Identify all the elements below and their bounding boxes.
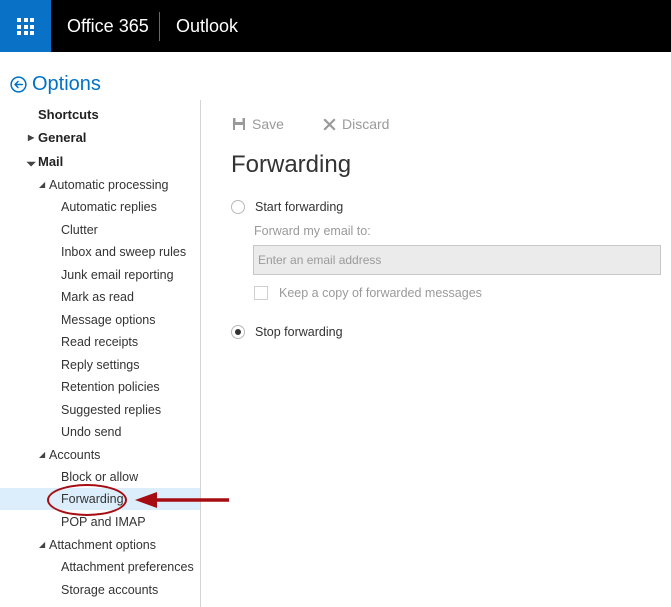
options-back-link[interactable]: Options [10,73,101,96]
discard-button[interactable]: Discard [323,116,389,132]
sidebar-item-shortcuts[interactable]: Shortcuts [0,104,200,126]
annotation-circle [47,484,127,516]
sidebar-item-junk-email-reporting[interactable]: Junk email reporting [0,264,200,286]
caret-down-icon: ◢ [39,540,46,549]
sidebar-item-storage-accounts[interactable]: Storage accounts [0,579,200,601]
brand-name[interactable]: Office 365 [67,16,149,37]
caret-down-icon: ◢ [39,450,46,459]
close-icon [323,117,336,131]
sidebar-item-suggested-replies[interactable]: Suggested replies [0,399,200,421]
discard-label: Discard [342,116,390,132]
forward-to-label: Forward my email to: [254,224,371,238]
sidebar-item-message-options[interactable]: Message options [0,309,200,331]
app-launcher-icon [17,18,34,35]
sidebar-item-automatic-processing[interactable]: ◢ Automatic processing [0,174,200,196]
start-forwarding-radio[interactable] [231,200,245,214]
sidebar-item-mark-as-read[interactable]: Mark as read [0,286,200,308]
options-sidebar: Shortcuts ▶ General ◢ Mail ◢ Automatic p… [0,100,201,607]
sidebar-item-mail[interactable]: ◢ Mail [0,151,200,173]
caret-down-icon: ◢ [39,180,46,189]
sidebar-item-retention-policies[interactable]: Retention policies [0,376,200,398]
sidebar-item-attachment-preferences[interactable]: Attachment preferences [0,556,200,578]
back-circle-icon [10,76,27,93]
sidebar-item-reply-settings[interactable]: Reply settings [0,354,200,376]
start-forwarding-label[interactable]: Start forwarding [255,200,343,214]
sidebar-item-clutter[interactable]: Clutter [0,219,200,241]
sidebar-item-accounts[interactable]: ◢ Accounts [0,444,200,466]
annotation-arrow-icon [135,492,229,508]
stop-forwarding-label[interactable]: Stop forwarding [255,325,343,339]
forward-email-input[interactable] [253,245,661,275]
sidebar-item-inbox-sweep-rules[interactable]: Inbox and sweep rules [0,241,200,263]
sidebar-item-undo-send[interactable]: Undo send [0,421,200,443]
app-launcher-button[interactable] [0,0,51,52]
app-name[interactable]: Outlook [176,16,238,37]
caret-right-icon: ▶ [28,133,35,142]
sidebar-item-automatic-replies[interactable]: Automatic replies [0,196,200,218]
stop-forwarding-radio[interactable] [231,325,245,339]
save-icon [233,118,245,130]
keep-copy-label: Keep a copy of forwarded messages [279,286,482,300]
save-label: Save [252,116,284,132]
divider [159,12,160,41]
save-button[interactable]: Save [232,116,284,132]
sidebar-item-read-receipts[interactable]: Read receipts [0,331,200,353]
page-title: Forwarding [231,151,352,178]
top-bar: Office 365 Outlook [0,0,671,52]
options-title: Options [32,73,101,95]
keep-copy-checkbox[interactable] [254,286,268,300]
sidebar-item-general[interactable]: ▶ General [0,127,200,149]
sidebar-item-attachment-options[interactable]: ◢ Attachment options [0,534,200,556]
